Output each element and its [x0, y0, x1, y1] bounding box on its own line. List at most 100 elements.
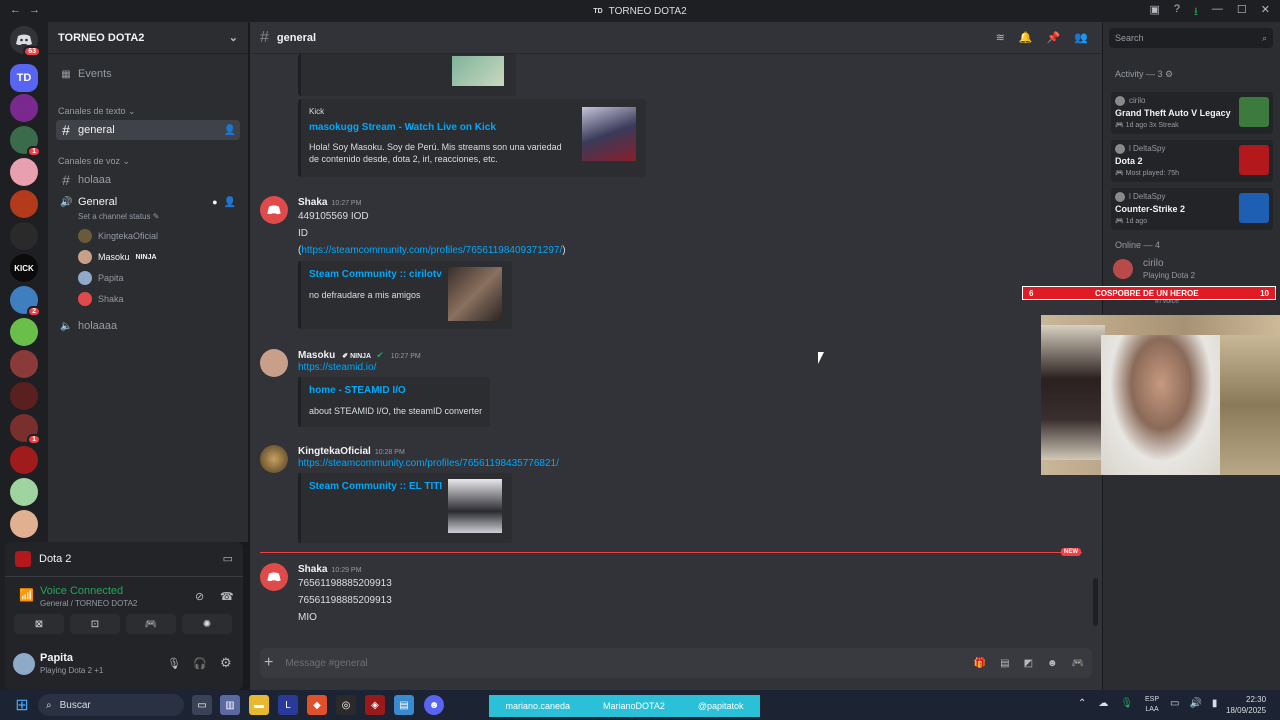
dota-icon[interactable]: ◈ [365, 695, 385, 715]
channel-holaaa[interactable]: # holaaa [56, 170, 240, 190]
notepad-icon[interactable]: ▤ [394, 695, 414, 715]
username[interactable]: Shaka [298, 197, 327, 208]
brave-icon[interactable]: ◆ [307, 695, 327, 715]
steamid-link[interactable]: https://steamid.io/ [298, 362, 376, 373]
app-l-icon[interactable]: L [278, 695, 298, 715]
voice-user[interactable]: Shaka [78, 289, 124, 309]
folder-icon[interactable]: ▬ [249, 695, 269, 715]
add-attachment-icon[interactable]: + [264, 654, 273, 672]
embed-title[interactable]: masokugg Stream - Watch Live on Kick [309, 122, 496, 133]
avatar[interactable] [13, 653, 35, 675]
nav-arrows[interactable]: ←→ [10, 4, 48, 16]
activity-card[interactable]: l DeltaSpy Dota 2 🎮 Most played: 75h [1111, 140, 1273, 182]
server-icon[interactable] [10, 318, 38, 346]
embed-thumbnail[interactable] [448, 479, 502, 533]
server-icon[interactable] [10, 446, 38, 474]
steam-link[interactable]: https://steamcommunity.com/profiles/7656… [298, 458, 559, 469]
taskbar-search[interactable]: ⌕ Buscar [38, 694, 184, 716]
maximize-button[interactable]: ☐ [1237, 3, 1247, 22]
download-icon[interactable]: ⭳ [1194, 3, 1198, 22]
members-icon[interactable]: 👥 [1074, 31, 1088, 44]
message-input[interactable]: + Message #general 🎁 ▤ ◩ ☻ 🎮 [260, 648, 1092, 678]
obs-icon[interactable]: ◎ [336, 695, 356, 715]
help-icon[interactable]: ? [1174, 3, 1180, 22]
scrollbar[interactable] [1093, 578, 1098, 626]
username[interactable]: Masoku [298, 350, 335, 361]
server-icon[interactable]: TD [10, 64, 38, 92]
clock[interactable]: 22:30 18/09/2025 [1226, 694, 1266, 716]
threads-icon[interactable]: ≋ [996, 31, 1005, 44]
minimize-button[interactable]: — [1212, 3, 1223, 22]
discord-icon[interactable]: ☻ [424, 695, 444, 715]
gif-icon[interactable]: ▤ [1000, 658, 1009, 669]
battery-icon[interactable]: ▮ [1212, 698, 1218, 709]
chat-icon[interactable]: ● [212, 197, 217, 207]
voice-user[interactable]: Papita [78, 268, 124, 288]
close-button[interactable]: ✕ [1261, 3, 1270, 22]
text-category[interactable]: Canales de texto ⌄ [58, 106, 136, 117]
disconnect-icon[interactable]: ☎ [220, 590, 234, 603]
volume-icon[interactable]: 🔊 [1189, 698, 1201, 709]
events-item[interactable]: ▦ Events [56, 64, 240, 84]
server-icon[interactable] [10, 478, 38, 506]
embed-title[interactable]: Steam Community :: EL TITI [309, 481, 442, 492]
channel-general[interactable]: # general 👤 [56, 120, 240, 140]
server-icon[interactable] [10, 510, 38, 538]
server-icon[interactable] [10, 94, 38, 122]
server-icon[interactable] [10, 382, 38, 410]
avatar[interactable] [260, 349, 288, 377]
chevron-up-icon[interactable]: ⌃ [1078, 698, 1086, 709]
add-member-icon[interactable]: 👤 [224, 197, 236, 208]
windows-start-icon[interactable]: ⊞ [12, 695, 32, 715]
emoji-icon[interactable]: ☻ [1047, 658, 1058, 669]
server-icon[interactable]: 1 [10, 414, 41, 445]
add-member-icon[interactable]: 👤 [224, 125, 236, 136]
home-button[interactable]: 63 [10, 26, 41, 57]
headphones-icon[interactable]: 🎧 [193, 657, 207, 670]
voice-category[interactable]: Canales de voz ⌄ [58, 156, 130, 167]
server-icon[interactable] [10, 350, 38, 378]
activity-row[interactable]: Dota 2 [15, 550, 71, 568]
screen-share-icon[interactable]: ▭ [223, 552, 233, 565]
member-row[interactable]: cirilo Playing Dota 2 [1113, 258, 1273, 282]
server-icon[interactable]: KICK [10, 254, 38, 282]
server-header[interactable]: TORNEO DOTA2 ⌄ [48, 22, 248, 54]
voice-status[interactable]: Voice Connected [40, 585, 123, 597]
avatar[interactable] [260, 196, 288, 224]
gear-icon[interactable]: ⚙ [220, 655, 232, 671]
language-indicator[interactable]: ESP LAA [1145, 695, 1159, 715]
avatar[interactable] [260, 445, 288, 473]
network-icon[interactable]: ▭ [1170, 698, 1179, 709]
voice-user[interactable]: KingtekaOficial [78, 226, 158, 246]
mic-icon[interactable]: 🎙 [1120, 698, 1133, 709]
embed-title[interactable]: Steam Community :: cirilotv [309, 269, 442, 280]
voice-channel-general[interactable]: 🔊 General ● 👤 [56, 192, 240, 212]
embed-thumbnail[interactable] [448, 267, 502, 321]
avatar[interactable] [260, 563, 288, 591]
camera-button[interactable]: ⊠ [14, 614, 64, 634]
server-icon[interactable]: 1 [10, 126, 41, 157]
activity-card[interactable]: l DeltaSpy Counter-Strike 2 🎮 1d ago [1111, 188, 1273, 230]
server-icon[interactable] [10, 158, 38, 186]
activity-button[interactable]: 🎮 [126, 614, 176, 634]
soundboard-button[interactable]: ✺ [182, 614, 232, 634]
screen-share-button[interactable]: ⊡ [70, 614, 120, 634]
voice-location[interactable]: General / TORNEO DOTA2 [40, 599, 137, 608]
steam-link[interactable]: https://steamcommunity.com/profiles/7656… [301, 245, 562, 256]
gift-icon[interactable]: 🎁 [974, 658, 986, 669]
username[interactable]: Shaka [298, 564, 327, 575]
bell-icon[interactable]: 🔔 [1019, 31, 1033, 44]
pin-icon[interactable]: 📌 [1047, 31, 1061, 44]
taskview-icon[interactable]: ▭ [192, 695, 212, 715]
channel-status[interactable]: Set a channel status ✎ [78, 212, 159, 221]
server-icon[interactable] [10, 190, 38, 218]
voice-user[interactable]: Masoku NINJA [78, 247, 157, 267]
inbox-icon[interactable]: ▣ [1150, 3, 1160, 22]
embed-title[interactable]: home - STEAMID I/O [309, 385, 406, 396]
username[interactable]: Papita [40, 652, 73, 664]
activity-card[interactable]: cirilo Grand Theft Auto V Legacy 🎮 1d ago … [1111, 92, 1273, 134]
apps-icon[interactable]: 🎮 [1072, 658, 1084, 669]
mic-icon[interactable]: 🎙 [167, 657, 181, 670]
voice-channel-holaaaa[interactable]: 🔈 holaaaa [56, 316, 240, 336]
embed-thumbnail[interactable] [582, 107, 636, 161]
